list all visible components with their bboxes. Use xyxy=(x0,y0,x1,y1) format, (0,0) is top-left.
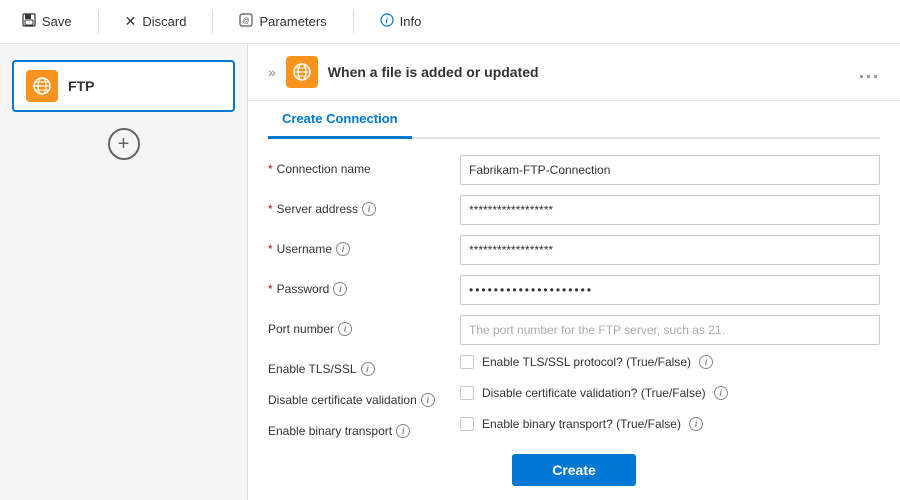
form-panel: Create Connection * Connection name * Se… xyxy=(248,101,900,500)
binary-info-icon[interactable]: i xyxy=(396,424,410,438)
info-button[interactable]: i Info xyxy=(374,9,428,34)
toolbar-divider-2 xyxy=(212,10,213,34)
required-star-4: * xyxy=(268,282,273,296)
tls-checkbox-label: Enable TLS/SSL protocol? (True/False) xyxy=(482,355,691,369)
discard-button[interactable]: ✕ Discard xyxy=(119,9,193,34)
cert-label: Disable certificate validation i xyxy=(268,386,448,407)
password-control xyxy=(460,275,880,305)
binary-control: Enable binary transport? (True/False) i xyxy=(460,417,880,431)
port-number-info-icon[interactable]: i xyxy=(338,322,352,336)
create-label: Create xyxy=(552,462,596,478)
password-input[interactable] xyxy=(460,275,880,305)
password-label: * Password i xyxy=(268,275,448,296)
port-number-row: Port number i xyxy=(268,315,880,345)
svg-text:i: i xyxy=(385,17,388,26)
save-label: Save xyxy=(42,14,72,29)
required-star-2: * xyxy=(268,202,273,216)
cert-checkbox[interactable] xyxy=(460,386,474,400)
connection-name-control xyxy=(460,155,880,185)
tab-create-connection[interactable]: Create Connection xyxy=(268,101,412,139)
create-btn-row: Create xyxy=(268,454,880,486)
binary-row: Enable binary transport i Enable binary … xyxy=(268,417,880,438)
sidebar: FTP + xyxy=(0,44,248,500)
info-label: Info xyxy=(400,14,422,29)
tls-info-icon[interactable]: i xyxy=(361,362,375,376)
tabs: Create Connection xyxy=(268,101,880,139)
username-row: * Username i xyxy=(268,235,880,265)
username-control xyxy=(460,235,880,265)
cert-checkbox-info-icon[interactable]: i xyxy=(714,386,728,400)
server-address-input[interactable] xyxy=(460,195,880,225)
tls-checkbox[interactable] xyxy=(460,355,474,369)
username-input[interactable] xyxy=(460,235,880,265)
cert-checkbox-row: Disable certificate validation? (True/Fa… xyxy=(460,386,880,400)
username-label: * Username i xyxy=(268,235,448,256)
add-icon: + xyxy=(118,133,130,156)
server-address-label: * Server address i xyxy=(268,195,448,216)
username-info-icon[interactable]: i xyxy=(336,242,350,256)
server-address-control xyxy=(460,195,880,225)
ftp-card[interactable]: FTP xyxy=(12,60,235,112)
cert-info-icon[interactable]: i xyxy=(421,393,435,407)
tls-label: Enable TLS/SSL i xyxy=(268,355,448,376)
server-address-info-icon[interactable]: i xyxy=(362,202,376,216)
main-layout: FTP + » When a file is added or updated … xyxy=(0,44,900,500)
tls-control: Enable TLS/SSL protocol? (True/False) i xyxy=(460,355,880,369)
save-icon xyxy=(22,13,36,30)
info-toolbar-icon: i xyxy=(380,13,394,30)
required-star-3: * xyxy=(268,242,273,256)
ftp-label: FTP xyxy=(68,78,94,94)
save-button[interactable]: Save xyxy=(16,9,78,34)
discard-label: Discard xyxy=(142,14,186,29)
binary-checkbox-label: Enable binary transport? (True/False) xyxy=(482,417,681,431)
binary-label: Enable binary transport i xyxy=(268,417,448,438)
cert-checkbox-label: Disable certificate validation? (True/Fa… xyxy=(482,386,706,400)
tls-checkbox-info-icon[interactable]: i xyxy=(699,355,713,369)
password-info-icon[interactable]: i xyxy=(333,282,347,296)
toolbar-divider xyxy=(98,10,99,34)
connection-name-input[interactable] xyxy=(460,155,880,185)
svg-text:@: @ xyxy=(243,18,250,25)
parameters-label: Parameters xyxy=(259,14,326,29)
binary-checkbox-row: Enable binary transport? (True/False) i xyxy=(460,417,880,431)
parameters-button[interactable]: @ Parameters xyxy=(233,9,332,34)
binary-checkbox[interactable] xyxy=(460,417,474,431)
content-area: » When a file is added or updated ... Cr… xyxy=(248,44,900,500)
add-step-button[interactable]: + xyxy=(108,128,140,160)
cert-control: Disable certificate validation? (True/Fa… xyxy=(460,386,880,400)
port-number-label: Port number i xyxy=(268,315,448,336)
cert-row: Disable certificate validation i Disable… xyxy=(268,386,880,407)
port-number-control xyxy=(460,315,880,345)
binary-checkbox-info-icon[interactable]: i xyxy=(689,417,703,431)
step-icon-box xyxy=(286,56,318,88)
port-number-input[interactable] xyxy=(460,315,880,345)
toolbar: Save ✕ Discard @ Parameters i Info xyxy=(0,0,900,44)
tls-checkbox-row: Enable TLS/SSL protocol? (True/False) i xyxy=(460,355,880,369)
step-more-button[interactable]: ... xyxy=(859,62,880,83)
step-title: When a file is added or updated xyxy=(328,64,849,80)
create-button[interactable]: Create xyxy=(512,454,636,486)
tls-row: Enable TLS/SSL i Enable TLS/SSL protocol… xyxy=(268,355,880,376)
discard-icon: ✕ xyxy=(125,13,137,30)
chevron-icon: » xyxy=(268,64,276,80)
password-row: * Password i xyxy=(268,275,880,305)
parameters-icon: @ xyxy=(239,13,253,30)
toolbar-divider-3 xyxy=(353,10,354,34)
connection-name-label: * Connection name xyxy=(268,155,448,176)
required-star: * xyxy=(268,162,273,176)
ftp-icon-box xyxy=(26,70,58,102)
server-address-row: * Server address i xyxy=(268,195,880,225)
step-header: » When a file is added or updated ... xyxy=(248,44,900,101)
connection-name-row: * Connection name xyxy=(268,155,880,185)
